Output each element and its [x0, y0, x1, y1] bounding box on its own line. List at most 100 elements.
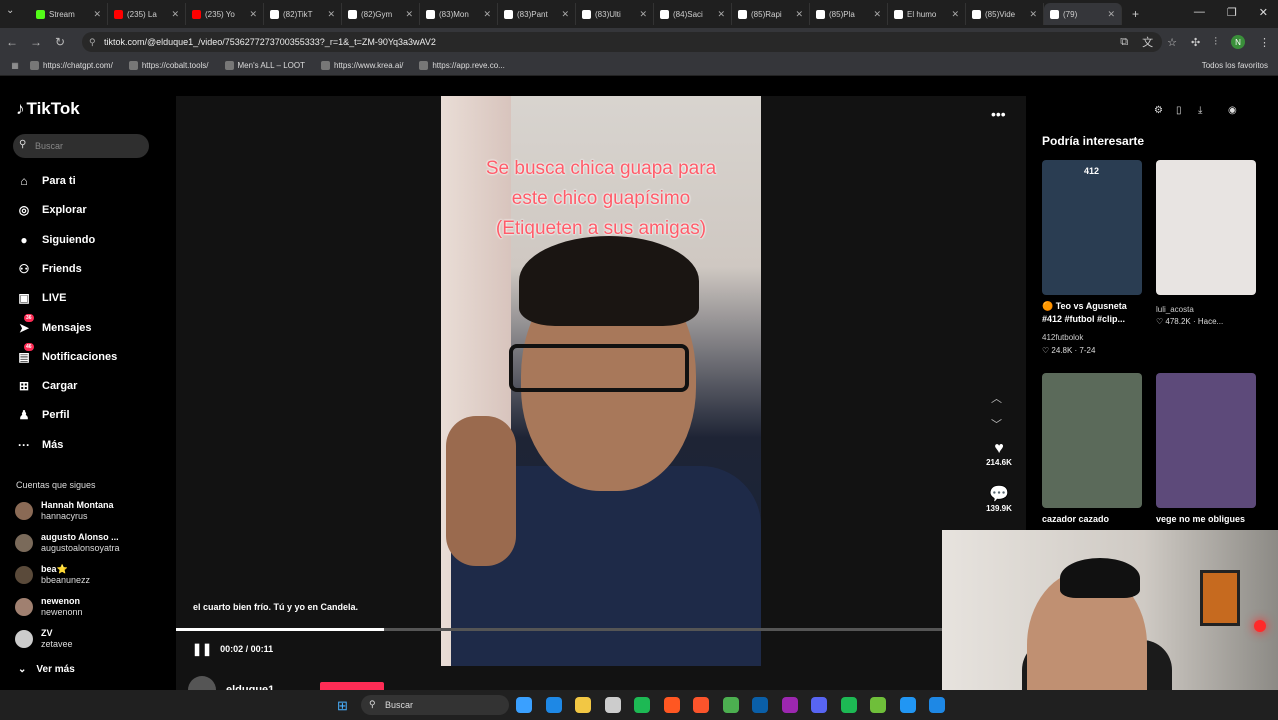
- sidebar-item-para-ti[interactable]: ⌂ Para ti: [16, 171, 75, 191]
- video-player[interactable]: Se busca chica guapa para este chico gua…: [176, 96, 1026, 704]
- close-tab-icon[interactable]: ✕: [795, 9, 803, 20]
- browser-tab[interactable]: El humo ✕: [888, 3, 966, 25]
- suggested-video-thumbnail[interactable]: [1042, 373, 1142, 508]
- user-avatar-icon[interactable]: ◉: [1228, 105, 1237, 116]
- suggested-video-thumbnail[interactable]: 412: [1042, 160, 1142, 295]
- device-icon[interactable]: ▯: [1176, 105, 1182, 116]
- taskbar-app-icon[interactable]: [870, 697, 886, 713]
- browser-tab[interactable]: (83)Mon ✕: [420, 3, 498, 25]
- browser-menu-icon[interactable]: ⋮: [1259, 36, 1270, 49]
- browser-tab[interactable]: (85)Vide ✕: [966, 3, 1044, 25]
- minimize-icon[interactable]: —: [1194, 6, 1205, 19]
- sidebar-item-siguiendo[interactable]: ● Siguiendo: [16, 230, 95, 250]
- close-tab-icon[interactable]: ✕: [93, 9, 101, 20]
- bookmark-item[interactable]: https://cobalt.tools/: [128, 61, 209, 70]
- followed-account[interactable]: augusto Alonso ... augustoalonsoyatra: [15, 532, 120, 554]
- taskbar-app-icon[interactable]: [899, 697, 916, 713]
- browser-tab[interactable]: (83)Ulti ✕: [576, 3, 654, 25]
- taskbar-app-icon[interactable]: [722, 697, 739, 713]
- windows-start-icon[interactable]: ⊞: [337, 698, 348, 714]
- suggested-video-title[interactable]: vege no me obligues: [1156, 513, 1258, 526]
- taskbar-app-icon[interactable]: [516, 697, 532, 713]
- close-tab-icon[interactable]: ✕: [951, 9, 959, 20]
- video-frame[interactable]: Se busca chica guapa para este chico gua…: [441, 96, 761, 666]
- comment-button[interactable]: 💬 139.9K: [983, 484, 1015, 513]
- close-tab-icon[interactable]: ✕: [717, 9, 725, 20]
- sidebar-item-mensajes[interactable]: ➤ 36 Mensajes: [16, 313, 92, 338]
- browser-tab[interactable]: (85)Pla ✕: [810, 3, 888, 25]
- bookmark-item[interactable]: https://app.reve.co...: [419, 61, 505, 70]
- browser-tab[interactable]: (84)Saci ✕: [654, 3, 732, 25]
- close-window-icon[interactable]: ✕: [1259, 6, 1268, 19]
- search-input[interactable]: ⚲ Buscar: [13, 134, 149, 158]
- browser-tab[interactable]: Stream ✕: [30, 3, 108, 25]
- browser-tab[interactable]: (82)TikT ✕: [264, 3, 342, 25]
- taskbar-app-icon[interactable]: [752, 697, 768, 713]
- see-more-button[interactable]: ⌄ Ver más: [18, 664, 75, 675]
- close-tab-icon[interactable]: ✕: [249, 9, 257, 20]
- sidepanel-icon[interactable]: ⫶: [1214, 36, 1217, 49]
- reload-icon[interactable]: ↻: [48, 35, 72, 49]
- site-info-icon[interactable]: ⚲: [89, 37, 96, 48]
- chevron-up-icon[interactable]: ︿: [991, 386, 1002, 412]
- browser-tab[interactable]: (235) Yo ✕: [186, 3, 264, 25]
- close-tab-icon[interactable]: ✕: [483, 9, 491, 20]
- sidebar-item-explorar[interactable]: ◎ Explorar: [16, 200, 87, 220]
- tab-search-icon[interactable]: ⌄: [6, 5, 14, 16]
- suggested-video-thumbnail[interactable]: [1156, 373, 1256, 508]
- taskbar-app-icon[interactable]: [663, 697, 680, 713]
- translate-icon[interactable]: 文: [1142, 34, 1153, 50]
- more-options-icon[interactable]: •••: [991, 106, 1006, 122]
- browser-tab[interactable]: (85)Rapi ✕: [732, 3, 810, 25]
- sidebar-item-m-s[interactable]: ··· Más: [16, 435, 63, 455]
- bookmark-star-icon[interactable]: ☆: [1167, 36, 1177, 49]
- sidebar-item-cargar[interactable]: ⊞ Cargar: [16, 376, 78, 396]
- close-tab-icon[interactable]: ✕: [405, 9, 413, 20]
- download-icon[interactable]: ⤓: [1198, 105, 1202, 116]
- browser-tab[interactable]: (82)Gym ✕: [342, 3, 420, 25]
- back-icon[interactable]: ←: [0, 35, 24, 49]
- close-tab-icon[interactable]: ✕: [561, 9, 569, 20]
- url-field[interactable]: ⚲ tiktok.com/@elduque1_/video/7536277273…: [82, 32, 1162, 52]
- close-tab-icon[interactable]: ✕: [171, 9, 179, 20]
- install-icon[interactable]: ⧉: [1120, 36, 1128, 49]
- taskbar-app-icon[interactable]: [840, 697, 857, 713]
- taskbar-app-icon[interactable]: [545, 697, 562, 713]
- browser-tab[interactable]: (83)Pant ✕: [498, 3, 576, 25]
- apps-grid-icon[interactable]: ▦: [0, 61, 30, 70]
- taskbar-app-icon[interactable]: [634, 697, 650, 713]
- all-bookmarks-link[interactable]: Todos los favoritos: [1202, 61, 1268, 70]
- bookmark-item[interactable]: https://www.krea.ai/: [321, 61, 403, 70]
- close-tab-icon[interactable]: ✕: [327, 9, 335, 20]
- sidebar-item-perfil[interactable]: ♟ Perfil: [16, 405, 70, 425]
- extensions-icon[interactable]: ✣: [1191, 36, 1200, 49]
- suggested-video-title[interactable]: 🟠 Teo vs Agusneta #412 #futbol #clip...: [1042, 300, 1144, 326]
- followed-account[interactable]: newenon newenonn: [15, 596, 83, 618]
- like-button[interactable]: ♥ 214.6K: [983, 440, 1015, 467]
- suggested-video-author[interactable]: 412futbolok: [1042, 331, 1144, 344]
- browser-tab[interactable]: (79) ✕: [1044, 3, 1122, 25]
- close-tab-icon[interactable]: ✕: [873, 9, 881, 20]
- sidebar-item-notificaciones[interactable]: ▤ 46 Notificaciones: [16, 342, 117, 367]
- browser-tab[interactable]: (235) La ✕: [108, 3, 186, 25]
- settings-icon[interactable]: ⚙: [1154, 105, 1163, 116]
- bookmark-item[interactable]: Men's ALL – LOOT: [224, 61, 305, 70]
- followed-account[interactable]: Hannah Montana hannacyrus: [15, 500, 114, 522]
- progress-bar[interactable]: [176, 628, 946, 631]
- pause-icon[interactable]: ❚❚: [192, 642, 212, 656]
- close-tab-icon[interactable]: ✕: [1107, 9, 1115, 20]
- taskbar-search[interactable]: ⚲ Buscar: [361, 695, 509, 715]
- suggested-video-thumbnail[interactable]: [1156, 160, 1256, 295]
- taskbar-app-icon[interactable]: [575, 697, 591, 713]
- taskbar-app-icon[interactable]: [781, 697, 798, 713]
- sidebar-item-friends[interactable]: ⚇ Friends: [16, 259, 82, 279]
- close-tab-icon[interactable]: ✕: [639, 9, 647, 20]
- taskbar-app-icon[interactable]: [929, 697, 945, 713]
- followed-account[interactable]: ZV zetavee: [15, 628, 73, 650]
- suggested-video-author[interactable]: luli_acosta: [1156, 303, 1258, 316]
- new-tab-icon[interactable]: +: [1132, 7, 1139, 21]
- sidebar-item-live[interactable]: ▣ LIVE: [16, 288, 66, 308]
- taskbar-app-icon[interactable]: [693, 697, 709, 713]
- taskbar-app-icon[interactable]: [811, 697, 827, 713]
- close-tab-icon[interactable]: ✕: [1029, 9, 1037, 20]
